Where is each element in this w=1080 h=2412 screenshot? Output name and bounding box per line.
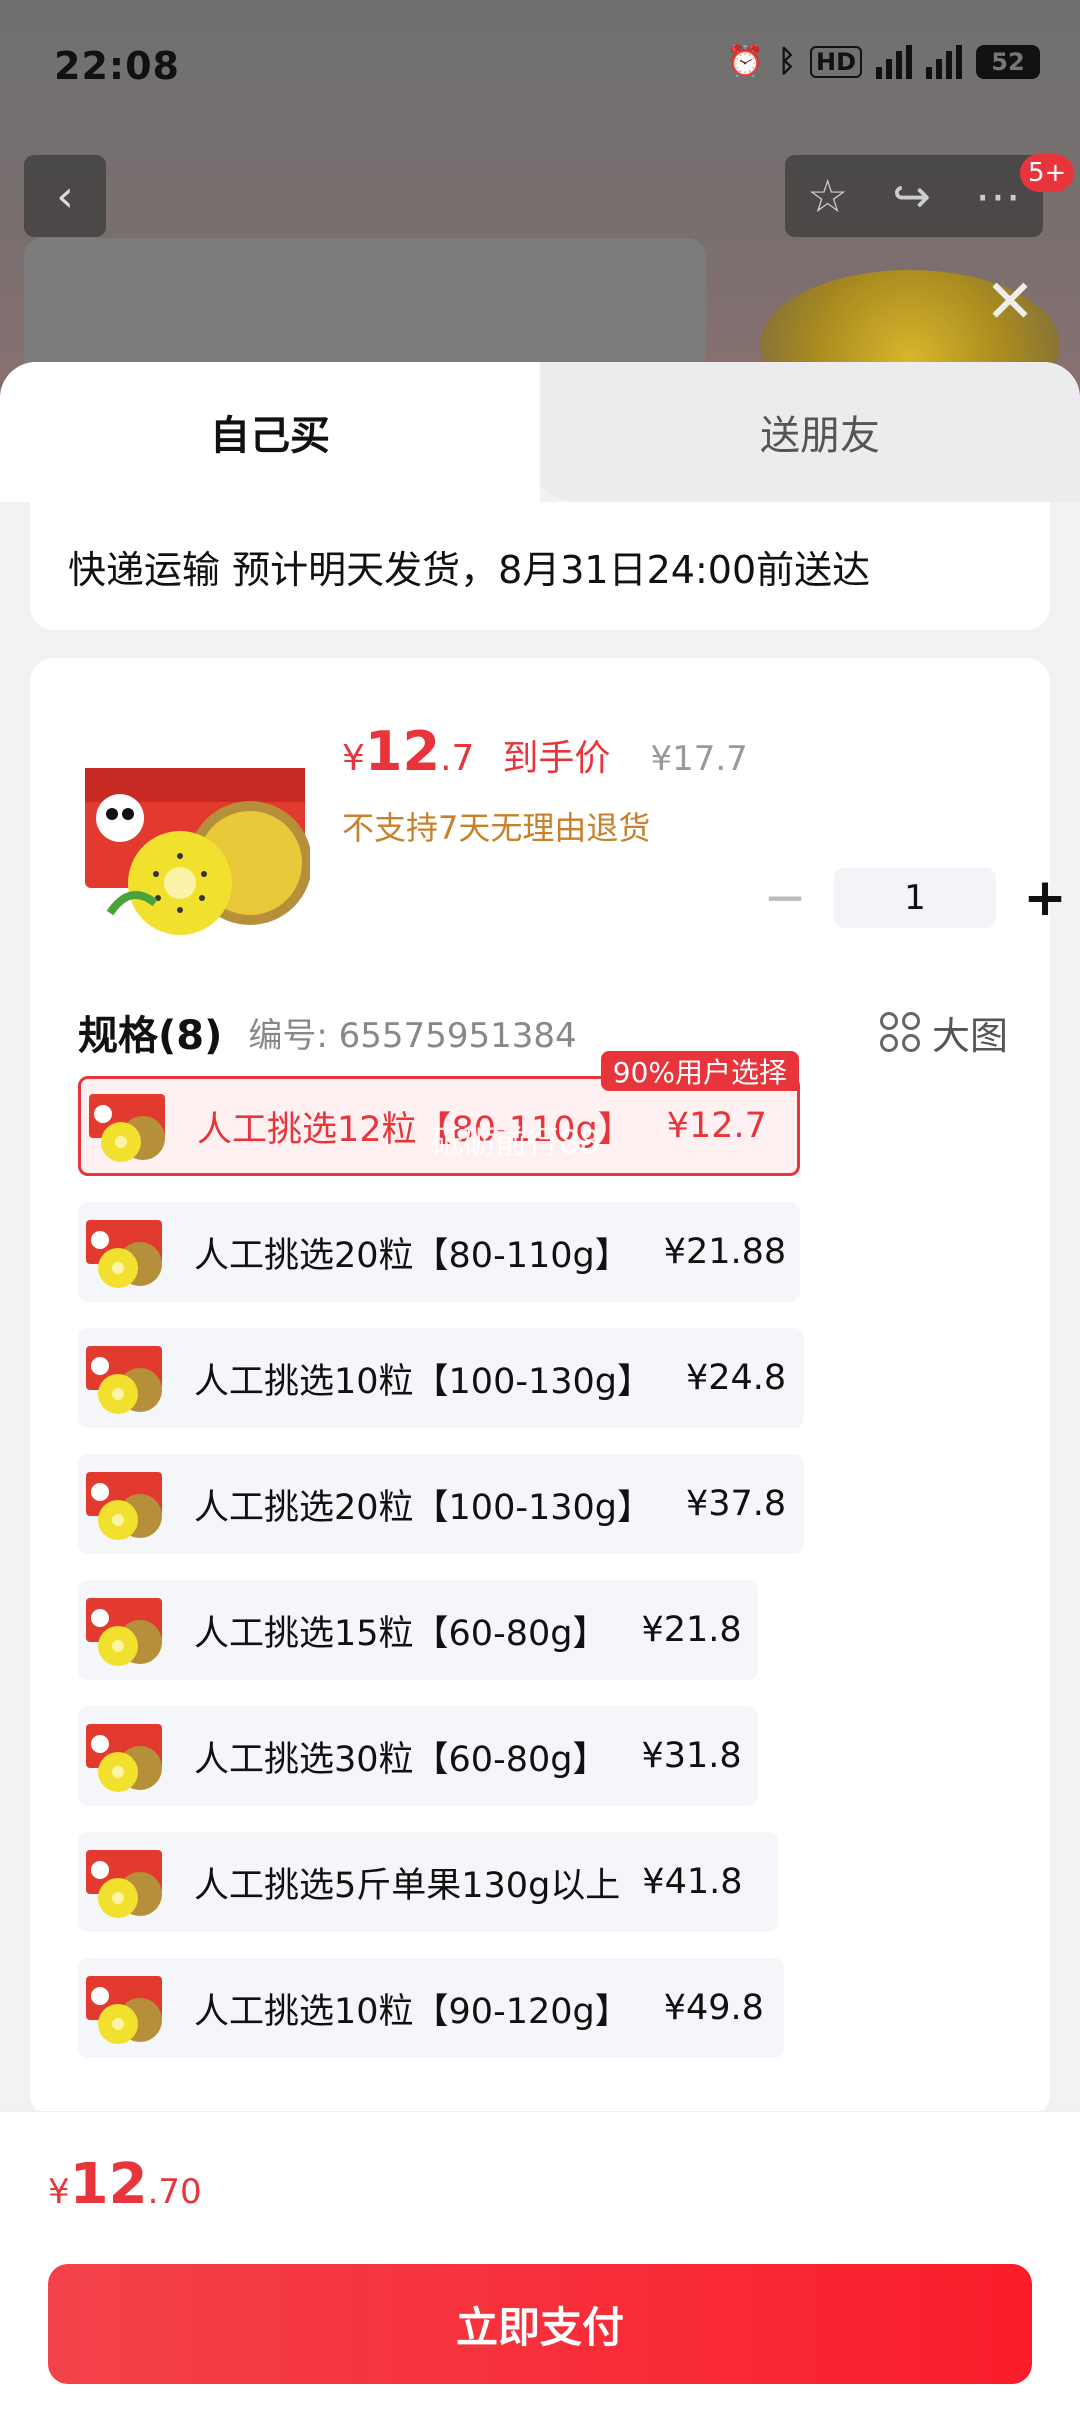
purchase-sheet: 自己买 送朋友 快递运输 预计明天发货，8月31日24:00前送达 ¥ 12 .… [0, 362, 1080, 2412]
notification-badge: 5+ [1020, 154, 1075, 192]
status-icons: ⏰ ᛒ HD 52 [727, 44, 1040, 79]
price-row: ¥ 12 .7 到手价 ¥17.7 [342, 720, 748, 783]
decrease-button[interactable]: − [750, 868, 820, 928]
spec-option-name: 人工挑选10粒【100-130g】 [194, 1361, 652, 1402]
top-actions: ☆ ↪ ⋯ [785, 155, 1043, 237]
quantity-input[interactable]: 1 [834, 868, 996, 928]
spec-option[interactable]: 人工挑选15粒【60-80g】 ¥21.8 [78, 1580, 758, 1680]
spec-option-price: ¥37.8 [686, 1484, 787, 1524]
spec-option[interactable]: 人工挑选20粒【100-130g】 ¥37.8 [78, 1454, 804, 1554]
increase-button[interactable]: + [1010, 868, 1080, 928]
spec-option-price: ¥21.88 [663, 1232, 787, 1272]
total-decimal: .70 [147, 2172, 202, 2212]
shipping-info: 快递运输 预计明天发货，8月31日24:00前送达 [30, 502, 1050, 630]
product-card: ¥ 12 .7 到手价 ¥17.7 不支持7天无理由退货 − 1 + 规格(8)… [30, 658, 1067, 2118]
spec-thumbnail [84, 1716, 164, 1796]
total-currency: ¥ [48, 2172, 70, 2212]
checkout-bar: ¥ 12 .70 立即支付 [0, 2111, 1080, 2412]
big-picture-label: 大图 [931, 1013, 1008, 1058]
tab-gift[interactable]: 送朋友 [560, 362, 1080, 502]
product-image[interactable] [80, 738, 310, 938]
spec-title: 规格(8) [78, 1013, 223, 1059]
share-icon[interactable]: ↪ [892, 169, 931, 223]
spec-option-price: ¥49.8 [663, 1988, 764, 2028]
spec-option-price: ¥31.8 [641, 1736, 742, 1776]
spec-option-price: ¥41.8 [642, 1862, 743, 1902]
spec-thumbnail [84, 1590, 164, 1670]
price-decimal: .7 [440, 738, 475, 779]
chevron-left-icon: ‹ [56, 170, 74, 222]
tab-self-buy[interactable]: 自己买 [0, 362, 540, 502]
spec-option-name: 人工挑选10粒【90-120g】 [194, 1991, 630, 2032]
watermark: 砥砺前行88 [431, 1123, 600, 1161]
price-integer: 12 [364, 720, 441, 783]
pay-now-button[interactable]: 立即支付 [48, 2264, 1032, 2384]
spec-thumbnail [87, 1086, 167, 1166]
spec-option-name: 人工挑选5斤单果130g以上 [194, 1865, 621, 1906]
back-button[interactable]: ‹ [24, 155, 106, 237]
spec-option[interactable]: 人工挑选10粒【90-120g】 ¥49.8 [78, 1958, 784, 2058]
total-integer: 12 [69, 2152, 148, 2217]
spec-option-price: ¥24.8 [686, 1358, 787, 1398]
status-time: 22:08 [54, 44, 180, 88]
status-bar: 22:08 ⏰ ᛒ HD 52 [0, 0, 1080, 140]
more-icon[interactable]: ⋯ [975, 169, 1021, 223]
battery-level: 52 [991, 47, 1025, 76]
return-policy: 不支持7天无理由退货 [342, 809, 651, 847]
spec-option-name: 人工挑选30粒【60-80g】 [194, 1739, 608, 1780]
spec-thumbnail [84, 1338, 164, 1418]
quantity-stepper: − 1 + [750, 868, 1080, 928]
spec-option-price: ¥21.8 [641, 1610, 742, 1650]
battery-icon: 52 [976, 44, 1040, 79]
spec-option[interactable]: 人工挑选20粒【80-110g】 ¥21.88 [78, 1202, 800, 1302]
spec-thumbnail [84, 1464, 164, 1544]
price-label: 到手价 [502, 738, 611, 779]
spec-option[interactable]: 人工挑选5斤单果130g以上 ¥41.8 [78, 1832, 778, 1932]
original-price: ¥17.7 [650, 739, 748, 779]
tab-bar: 自己买 送朋友 [0, 362, 1080, 502]
close-icon[interactable]: ✕ [980, 272, 1040, 332]
spec-code: 编号: 65575951384 [248, 1015, 577, 1056]
spec-option[interactable]: 人工挑选10粒【100-130g】 ¥24.8 [78, 1328, 804, 1428]
spec-thumbnail [84, 1842, 164, 1922]
hd-icon: HD [809, 45, 862, 78]
price-currency: ¥ [342, 738, 365, 779]
bluetooth-icon: ᛒ [777, 44, 796, 79]
star-icon[interactable]: ☆ [807, 169, 848, 223]
spec-header: 规格(8) 编号: 65575951384 大图 [78, 1003, 1008, 1061]
spec-thumbnail [84, 1212, 164, 1292]
spec-option-price: ¥12.7 [666, 1106, 767, 1146]
shipping-text: 快递运输 预计明天发货，8月31日24:00前送达 [68, 547, 871, 592]
signal-icon [876, 44, 912, 79]
alarm-icon: ⏰ [726, 44, 764, 79]
big-picture-button[interactable]: 大图 [879, 1005, 1008, 1060]
total-price: ¥ 12 .70 [48, 2152, 202, 2217]
spec-option[interactable]: 人工挑选30粒【60-80g】 ¥31.8 [78, 1706, 758, 1806]
spec-option-name: 人工挑选20粒【80-110g】 [194, 1235, 630, 1276]
popular-tag: 90%用户选择 [600, 1051, 799, 1091]
spec-option-name: 人工挑选15粒【60-80g】 [194, 1613, 608, 1654]
spec-option-name: 人工挑选20粒【100-130g】 [194, 1487, 652, 1528]
grid-icon [879, 1012, 920, 1052]
signal-5g-icon [926, 44, 962, 79]
spec-option[interactable]: 人工挑选12粒【80-110g】 ¥12.7 90%用户选择 砥砺前行88 [78, 1051, 800, 1176]
spec-thumbnail [84, 1968, 164, 2048]
